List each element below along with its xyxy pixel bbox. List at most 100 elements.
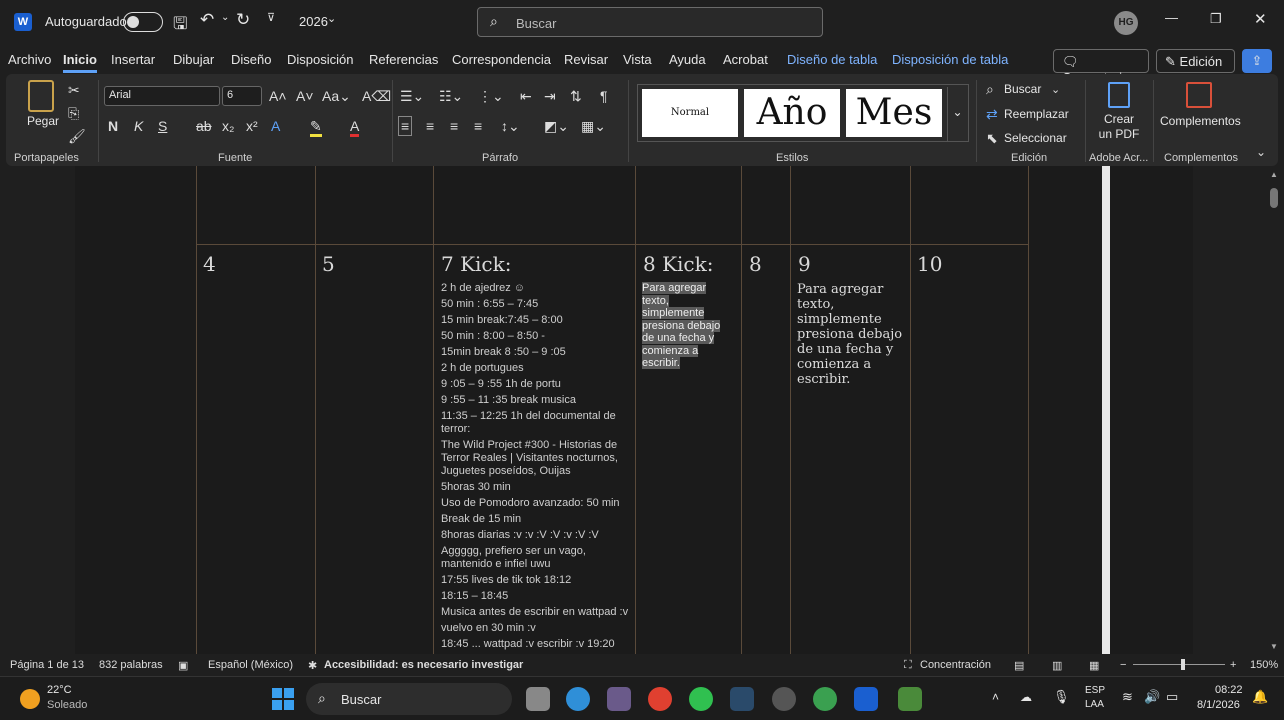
steam-icon[interactable] [730, 687, 754, 711]
page-count[interactable]: Página 1 de 13 [10, 659, 84, 671]
tab-diseno[interactable]: Diseño [231, 52, 271, 67]
align-center-icon[interactable]: ≡ [426, 118, 434, 134]
edge-icon[interactable] [566, 687, 590, 711]
undo-dropdown-icon[interactable]: ⌄ [221, 12, 229, 23]
zoom-in-icon[interactable]: + [1230, 659, 1236, 671]
microphone-icon[interactable]: 🎙 [1053, 689, 1070, 705]
decrease-indent-icon[interactable]: ⇤ [520, 88, 532, 104]
select-icon[interactable]: ⬉ [986, 130, 998, 146]
web-layout-icon[interactable]: ▦ [1089, 659, 1099, 672]
volume-icon[interactable]: 🔊 [1144, 689, 1160, 705]
font-size-combo[interactable]: 6 [222, 86, 262, 106]
justify-icon[interactable]: ≡ [474, 118, 482, 134]
tab-acrobat[interactable]: Acrobat [723, 52, 768, 67]
text-effects-icon[interactable]: A [271, 118, 280, 134]
create-pdf-label[interactable]: Crear un PDF [1098, 112, 1140, 142]
style-normal[interactable]: Normal [642, 89, 738, 137]
bold-icon[interactable]: N [108, 118, 118, 134]
tab-ayuda[interactable]: Ayuda [669, 52, 706, 67]
close-icon[interactable]: ✕ [1254, 10, 1267, 28]
word-icon[interactable] [854, 687, 878, 711]
restore-icon[interactable]: ❐ [1210, 11, 1222, 27]
paste-label[interactable]: Pegar [27, 114, 59, 128]
chevron-down-icon[interactable]: ⌄ [327, 12, 336, 25]
italic-icon[interactable]: K [134, 118, 143, 134]
shrink-font-icon[interactable]: A˅ [296, 88, 314, 104]
comments-button[interactable]: 🗨 Comentarios [1053, 49, 1149, 85]
find-label[interactable]: Buscar [1004, 82, 1041, 96]
create-pdf-icon[interactable] [1108, 82, 1130, 108]
day-number[interactable]: 9 [798, 252, 811, 276]
cut-icon[interactable]: ✂ [68, 82, 80, 98]
scroll-up-icon[interactable]: ▲ [1270, 170, 1278, 179]
battery-icon[interactable]: ▭ [1166, 689, 1178, 705]
lang-bottom[interactable]: LAA [1085, 699, 1104, 710]
addins-icon[interactable] [1186, 82, 1212, 108]
tab-revisar[interactable]: Revisar [564, 52, 608, 67]
page[interactable] [75, 166, 1193, 654]
clear-format-icon[interactable]: A⌫ [362, 88, 391, 104]
change-case-icon[interactable]: Aa⌄ [322, 88, 351, 104]
subscript-icon[interactable]: x₂ [222, 118, 234, 134]
chatgpt-icon[interactable] [772, 687, 796, 711]
day-number[interactable]: 10 [917, 252, 942, 276]
day-number[interactable]: 5 [322, 252, 335, 276]
replace-label[interactable]: Reemplazar [1004, 107, 1069, 121]
search-box[interactable]: ⌕ Buscar [477, 7, 823, 37]
zoom-level[interactable]: 150% [1250, 659, 1278, 671]
select-label[interactable]: Seleccionar [1004, 131, 1067, 145]
replace-icon[interactable]: ⇄ [986, 106, 998, 122]
tab-correspondencia[interactable]: Correspondencia [452, 52, 551, 67]
tab-dibujar[interactable]: Dibujar [173, 52, 214, 67]
print-layout-icon[interactable]: ▥ [1052, 659, 1062, 672]
lang-top[interactable]: ESP [1085, 685, 1105, 696]
read-mode-icon[interactable]: ▤ [1014, 659, 1024, 672]
superscript-icon[interactable]: x² [246, 118, 258, 134]
line-spacing-icon[interactable]: ↕⌄ [501, 118, 520, 134]
numbering-icon[interactable]: ☷⌄ [439, 88, 463, 104]
format-painter-icon[interactable]: 🖌 [68, 128, 86, 144]
tab-inicio[interactable]: Inicio [63, 52, 97, 73]
chevron-down-icon[interactable]: ⌄ [1051, 82, 1060, 98]
font-name-combo[interactable]: Arial [104, 86, 220, 106]
tab-vista[interactable]: Vista [623, 52, 652, 67]
tab-diseno-tabla[interactable]: Diseño de tabla [787, 52, 877, 67]
undo-icon[interactable]: ↶ [200, 10, 214, 30]
zoom-slider-thumb[interactable] [1181, 659, 1185, 670]
sort-icon[interactable]: ⇅ [570, 88, 582, 104]
find-icon[interactable]: ⌕ [986, 81, 994, 97]
day-number[interactable]: 8 [749, 252, 762, 276]
taskbar-search[interactable]: ⌕ Buscar [306, 683, 512, 715]
task-view-icon[interactable] [526, 687, 550, 711]
addins-label[interactable]: Complementos [1160, 114, 1241, 128]
clock-time[interactable]: 08:22 [1215, 684, 1243, 696]
style-mes[interactable]: Mes [846, 89, 942, 137]
duolingo-icon[interactable] [689, 687, 713, 711]
windows-start-icon[interactable] [272, 688, 294, 710]
grow-font-icon[interactable]: A˄ [269, 88, 287, 104]
show-marks-icon[interactable]: ¶ [600, 88, 608, 104]
day-9-placeholder[interactable]: Para agregar texto, simplemente presiona… [797, 282, 905, 387]
strikethrough-icon[interactable]: ab [196, 118, 212, 134]
wifi-icon[interactable]: ≋ [1122, 689, 1133, 705]
tray-chevron-icon[interactable]: ˄ [992, 690, 999, 704]
language-indicator[interactable]: Español (México) [208, 659, 293, 671]
avatar[interactable]: HG [1114, 11, 1138, 35]
paste-icon[interactable] [28, 80, 54, 112]
day-heading[interactable]: 7 Kick: [441, 252, 511, 276]
chrome-profile-icon[interactable] [813, 687, 837, 711]
day-number[interactable]: 4 [203, 252, 216, 276]
shading-icon[interactable]: ◩⌄ [544, 118, 569, 134]
chrome-icon[interactable] [648, 687, 672, 711]
notifications-icon[interactable]: 🔔 [1252, 689, 1268, 705]
font-color-icon[interactable]: A [350, 118, 360, 137]
minimize-icon[interactable]: — [1165, 10, 1178, 25]
editing-mode-button[interactable]: ✎ Edición ⌄ [1156, 49, 1235, 85]
weather-temp[interactable]: 22°C [47, 684, 72, 696]
document-name[interactable]: 2026 [299, 14, 328, 29]
proofing-icon[interactable]: ▣ [178, 659, 188, 672]
collapse-ribbon-icon[interactable]: ⌄ [1256, 144, 1266, 160]
redo-icon[interactable]: ↻ [236, 10, 250, 30]
app-icon-2[interactable] [898, 687, 922, 711]
multilevel-list-icon[interactable]: ⋮⌄ [478, 88, 504, 104]
